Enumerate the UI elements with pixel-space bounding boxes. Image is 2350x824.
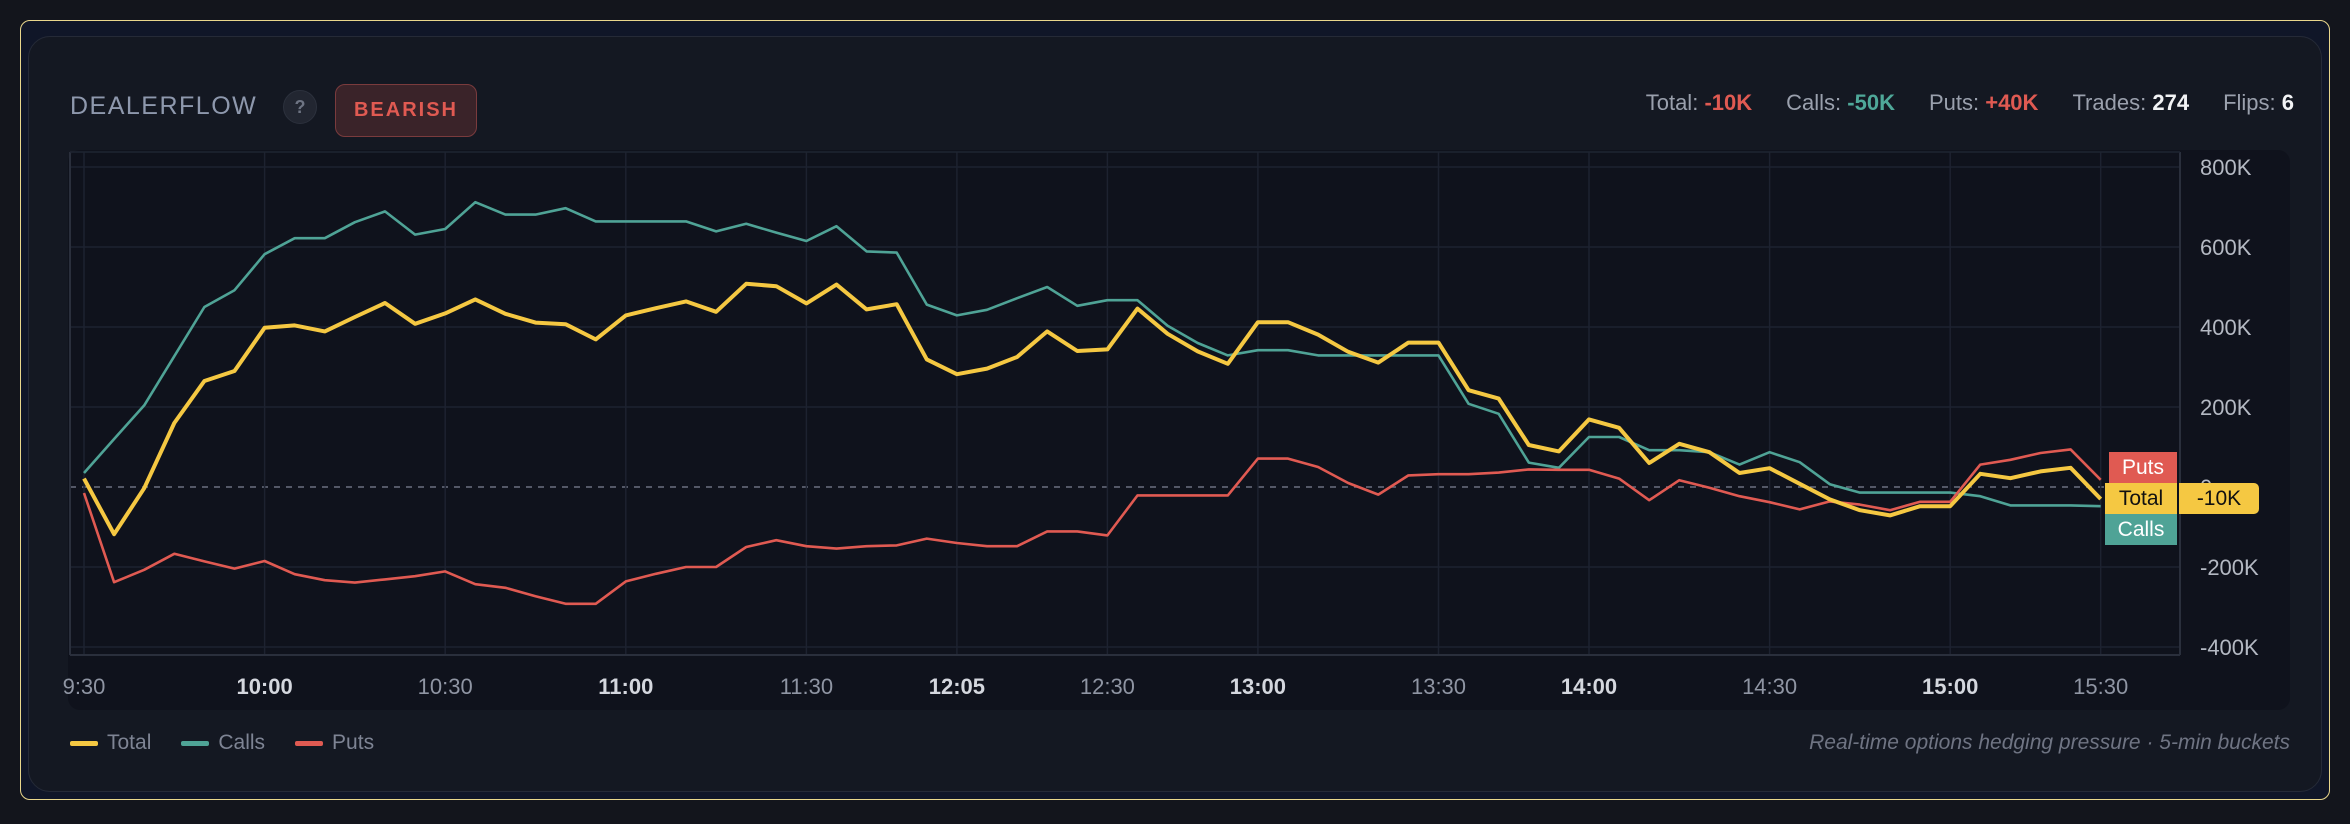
y-tick-label: -200K: [2200, 555, 2259, 580]
puts-end-label: Puts: [2109, 452, 2177, 483]
x-tick-label: 10:30: [418, 674, 473, 699]
legend-item-puts[interactable]: Puts: [295, 731, 374, 755]
x-tick-label: 14:30: [1742, 674, 1797, 699]
y-tick-label: 200K: [2200, 395, 2252, 420]
series-line-puts: [82, 448, 2102, 606]
y-tick-label: 800K: [2200, 155, 2252, 180]
x-tick-label: 12:30: [1080, 674, 1135, 699]
dealerflow-chart: 800K600K400K200K0-200K-400K9:3010:0010:3…: [63, 151, 2259, 699]
y-tick-label: 600K: [2200, 235, 2252, 260]
legend-label: Calls: [218, 731, 266, 754]
x-tick-label: 12:05: [929, 674, 985, 699]
series-line-calls: [83, 200, 2101, 508]
legend-label: Puts: [332, 731, 375, 754]
total-value-price-tag: -10K: [2179, 483, 2259, 514]
x-tick-label: 13:30: [1411, 674, 1466, 699]
total-end-label: Total: [2105, 483, 2177, 514]
legend-swatch: [181, 740, 210, 746]
legend-item-total[interactable]: Total: [70, 731, 151, 755]
y-tick-label: 400K: [2200, 315, 2252, 340]
series-line-total: [82, 281, 2103, 537]
legend-item-calls[interactable]: Calls: [181, 731, 265, 755]
x-tick-label: 14:00: [1561, 674, 1617, 699]
x-tick-label: 13:00: [1230, 674, 1286, 699]
x-tick-label: 15:30: [2073, 674, 2128, 699]
legend: Total Calls Puts: [70, 731, 374, 755]
legend-swatch: [295, 740, 324, 746]
x-tick-label: 11:30: [780, 674, 833, 699]
y-tick-label: -400K: [2200, 635, 2259, 660]
x-tick-label: 9:30: [63, 674, 106, 699]
calls-end-label: Calls: [2105, 514, 2177, 545]
chart-caption: Real-time options hedging pressure · 5-m…: [1809, 731, 2290, 754]
x-tick-label: 10:00: [236, 674, 292, 699]
x-tick-label: 15:00: [1922, 674, 1978, 699]
legend-swatch: [70, 740, 98, 746]
legend-label: Total: [107, 731, 152, 754]
x-tick-label: 11:00: [598, 674, 653, 699]
